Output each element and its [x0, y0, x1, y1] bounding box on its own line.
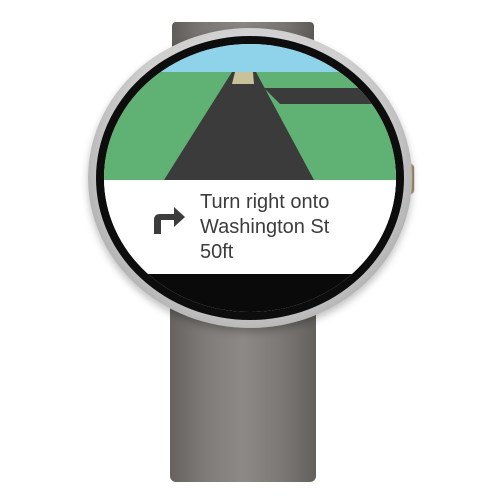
- instruction-text: Turn right onto Washington St 50ft: [200, 190, 329, 265]
- smartwatch-device: Turn right onto Washington St 50ft: [0, 0, 500, 500]
- watch-screen[interactable]: Turn right onto Washington St 50ft: [104, 44, 396, 312]
- map-sky: [104, 44, 396, 72]
- instruction-line-1: Turn right onto: [200, 191, 330, 213]
- map-graphic: [104, 44, 396, 180]
- screen-bottom-bar: [104, 274, 396, 312]
- navigation-card[interactable]: Turn right onto Washington St 50ft: [104, 180, 396, 274]
- map-road-turn: [264, 88, 396, 104]
- navigation-map[interactable]: [104, 44, 396, 180]
- turn-right-arrow-icon: [148, 204, 188, 236]
- instruction-street: Washington St: [200, 216, 330, 238]
- map-road-horizon: [232, 72, 254, 84]
- distance-label: 50ft: [200, 241, 234, 263]
